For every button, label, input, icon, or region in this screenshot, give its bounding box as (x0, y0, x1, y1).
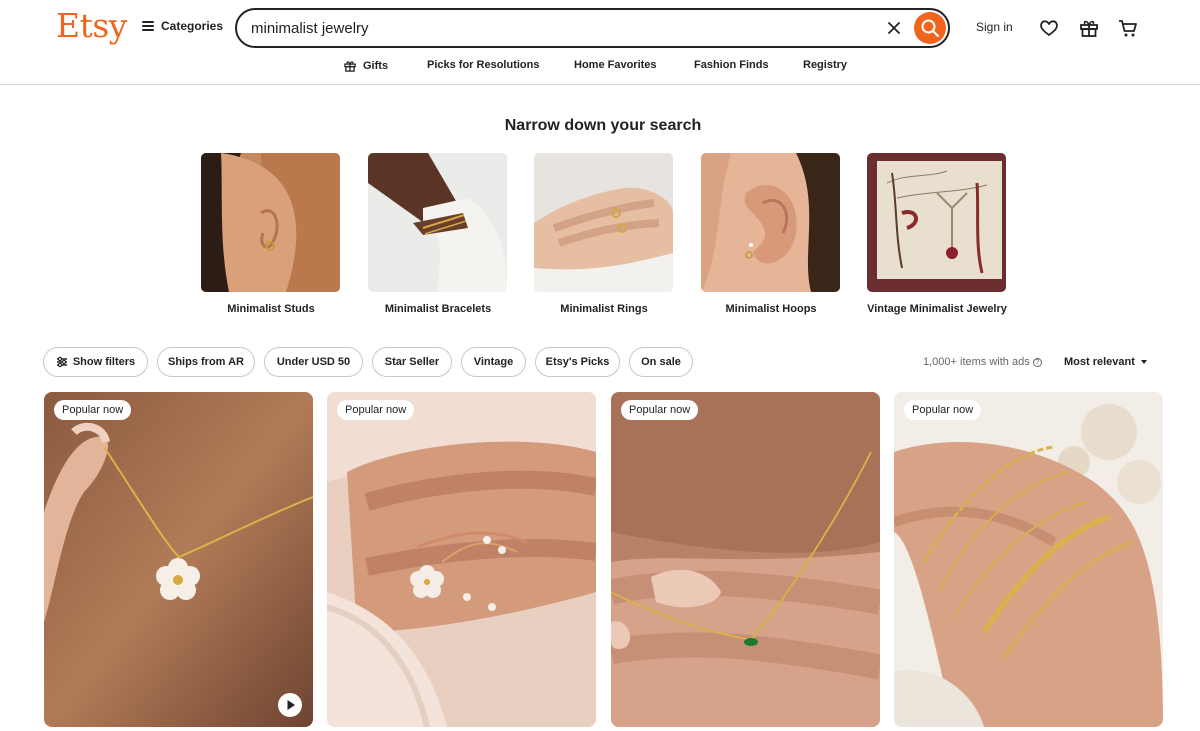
caret-down-icon (1140, 360, 1147, 364)
category-label: Vintage Minimalist Jewelry (867, 303, 1007, 315)
nav-item-home-favorites[interactable]: Home Favorites (574, 59, 657, 71)
category-card-studs[interactable]: Minimalist Studs (201, 153, 341, 315)
nav-item-gifts[interactable]: Gifts (343, 59, 388, 73)
search-icon (921, 19, 940, 38)
category-image (368, 153, 507, 292)
show-filters-label: Show filters (72, 356, 136, 368)
popular-badge: Popular now (621, 400, 699, 420)
gift-icon[interactable] (1078, 17, 1100, 39)
filter-chip-on-sale[interactable]: On sale (629, 347, 693, 377)
narrow-search-title: Narrow down your search (504, 117, 702, 134)
sort-label: Most relevant (1064, 356, 1135, 368)
nav-item-picks-for-resolutions[interactable]: Picks for Resolutions (427, 59, 539, 71)
listing-card[interactable]: Popular now (327, 392, 596, 727)
categories-label: Categories (161, 19, 224, 33)
popular-badge: Popular now (54, 400, 132, 420)
category-image (867, 153, 1006, 292)
filter-chip-under-usd-50[interactable]: Under USD 50 (264, 347, 363, 377)
search-bar (235, 8, 950, 48)
menu-icon (142, 21, 154, 31)
filter-chip-ships-from-ar[interactable]: Ships from AR (157, 347, 255, 377)
filter-chip-star-seller[interactable]: Star Seller (372, 347, 452, 377)
site-header: Etsy Categories Sign in Gifts Picks for … (0, 0, 1200, 85)
listing-image (327, 392, 596, 727)
listing-image (894, 392, 1163, 727)
play-icon (287, 700, 295, 710)
listing-image (611, 392, 880, 727)
heart-icon[interactable] (1038, 17, 1060, 39)
category-card-rings[interactable]: Minimalist Rings (534, 153, 674, 315)
category-image (201, 153, 340, 292)
search-button[interactable] (914, 12, 946, 44)
category-nav: Gifts Picks for Resolutions Home Favorit… (0, 56, 1200, 78)
listing-card[interactable]: Popular now (44, 392, 313, 727)
category-card-bracelets[interactable]: Minimalist Bracelets (368, 153, 508, 315)
listing-card[interactable]: Popular now (611, 392, 880, 727)
sort-dropdown[interactable]: Most relevant (1064, 356, 1148, 368)
etsy-logo[interactable]: Etsy (56, 6, 127, 45)
category-image (534, 153, 673, 292)
sign-in-link[interactable]: Sign in (976, 20, 1013, 34)
categories-button[interactable]: Categories (142, 19, 223, 33)
close-icon[interactable] (885, 19, 903, 37)
listing-image (44, 392, 313, 727)
nav-item-registry[interactable]: Registry (803, 59, 847, 71)
show-filters-button[interactable]: Show filters (43, 347, 148, 377)
nav-item-label: Gifts (363, 60, 389, 72)
search-input[interactable] (251, 18, 871, 38)
category-card-vintage[interactable]: Vintage Minimalist Jewelry (867, 153, 1007, 315)
results-count: 1,000+ items with ads ? (923, 356, 1042, 368)
category-card-hoops[interactable]: Minimalist Hoops (701, 153, 841, 315)
nav-item-fashion-finds[interactable]: Fashion Finds (694, 59, 769, 71)
filter-icon (56, 356, 67, 368)
results-count-text: 1,000+ items with ads (923, 356, 1030, 368)
cart-icon[interactable] (1117, 17, 1139, 39)
info-icon[interactable]: ? (1032, 357, 1042, 367)
category-image (701, 153, 840, 292)
filter-chip-vintage[interactable]: Vintage (461, 347, 526, 377)
play-button[interactable] (278, 693, 302, 717)
listing-card[interactable]: Popular now (894, 392, 1163, 727)
popular-badge: Popular now (337, 400, 415, 420)
popular-badge: Popular now (904, 400, 982, 420)
gift-icon (344, 61, 356, 72)
filter-chip-etsys-picks[interactable]: Etsy's Picks (535, 347, 620, 377)
